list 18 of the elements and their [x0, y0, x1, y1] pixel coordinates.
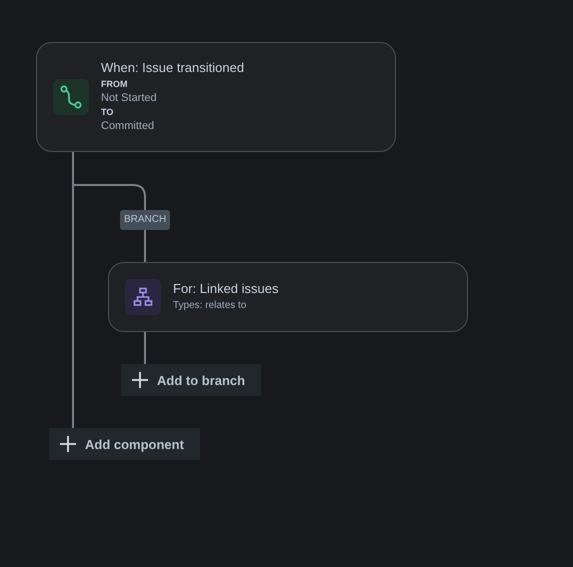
card-title: For: Linked issues — [173, 281, 278, 297]
field-value: Committed — [101, 119, 156, 134]
transition-icon — [53, 79, 89, 115]
plus-icon — [59, 435, 77, 453]
add-button[interactable]: Add to branch — [121, 364, 261, 396]
connector-line — [144, 331, 146, 364]
field-value: Not Started — [101, 91, 158, 106]
connector-line — [144, 230, 146, 262]
plus-icon — [131, 371, 149, 389]
field-label: TO — [101, 106, 114, 119]
hierarchy-icon — [125, 279, 161, 315]
trigger-card[interactable]: When: Issue transitioned FROM Not Started TO Committed — [36, 42, 396, 152]
branch-tag: BRANCH — [120, 210, 170, 230]
field-label: FROM — [101, 78, 128, 91]
card-title: When: Issue transitioned — [101, 60, 244, 76]
card-subtitle: Types: relates to — [173, 299, 248, 313]
add-button[interactable]: Add component — [49, 428, 200, 460]
branch-card[interactable]: For: Linked issues Types: relates to — [108, 262, 468, 332]
